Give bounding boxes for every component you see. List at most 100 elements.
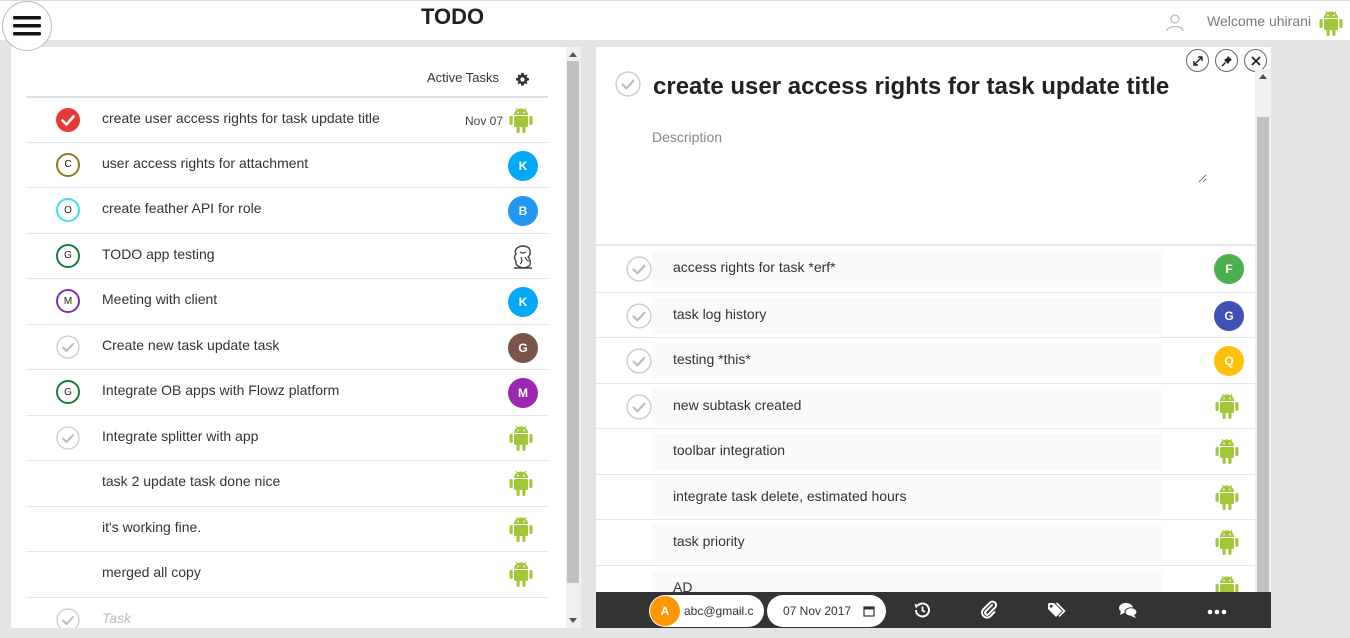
task-row[interactable]: M Meeting with client K [26,278,548,324]
new-task-input[interactable]: Task [102,610,131,626]
check-icon[interactable] [625,348,653,374]
task-title[interactable]: TODO app testing [102,246,215,262]
task-title[interactable]: Integrate OB apps with Flowz platform [102,382,339,398]
task-list: create user access rights for task updat… [26,96,548,628]
status-circle-icon[interactable]: G [56,380,80,404]
scrollbar-thumb[interactable] [567,61,579,583]
subtask-row[interactable]: integrate task delete, estimated hours [596,473,1255,520]
calendar-icon [863,606,875,617]
android-avatar-icon [1214,528,1240,561]
task-row[interactable]: C user access rights for attachment K [26,141,548,188]
new-task-row[interactable]: Task [26,596,548,628]
assignee-avatar: Q [1214,346,1244,376]
android-avatar-icon [508,560,534,593]
hamburger-menu-button[interactable] [2,1,52,51]
assignee-selector[interactable]: A abc@gmail.c [649,595,764,627]
task-detail-title[interactable]: create user access rights for task updat… [653,73,1169,101]
task-row[interactable]: it's working fine. [26,505,548,552]
scrollbar-thumb[interactable] [1257,117,1269,622]
task-list-scrollbar[interactable] [566,47,581,628]
task-title[interactable]: create user access rights for task updat… [102,110,380,126]
subtask-row[interactable]: task priority [596,519,1255,565]
status-circle-icon[interactable]: M [56,289,80,313]
subtask-row[interactable]: task log history G [596,291,1255,338]
subtask-row[interactable]: access rights for task *erf* F [596,246,1255,292]
android-avatar-icon [1214,392,1240,425]
android-avatar-icon [508,424,534,457]
assignee-avatar: A [650,596,680,626]
check-icon[interactable] [56,334,80,359]
subtask-title[interactable]: new subtask created [673,397,801,413]
subtask-title[interactable]: access rights for task *erf* [673,259,836,275]
scroll-up-arrow-icon[interactable] [1259,74,1267,79]
description-field[interactable] [644,123,1207,183]
assignee-avatar: G [508,332,538,363]
menu-icon [13,16,41,36]
detail-scrollbar[interactable] [1255,69,1271,628]
subtask-title[interactable]: toolbar integration [673,442,785,458]
due-date-picker[interactable]: 07 Nov 2017 [767,595,886,627]
status-circle-icon[interactable]: C [56,152,80,177]
task-row[interactable]: task 2 update task done nice [26,460,548,506]
task-row[interactable]: Create new task update task G [26,323,548,370]
check-icon[interactable] [625,393,653,420]
user-icon[interactable] [1165,12,1185,32]
ganesha-avatar-icon [508,242,538,277]
welcome-text: Welcome uhirani [1207,13,1312,29]
task-row[interactable]: merged all copy [26,551,548,597]
tags-icon[interactable] [1047,600,1067,620]
attachment-icon[interactable] [979,600,999,620]
subtask-title[interactable]: task log history [673,306,766,322]
done-status-icon[interactable] [56,108,80,132]
task-title[interactable]: task 2 update task done nice [102,473,280,489]
gear-icon[interactable] [515,72,530,87]
task-detail-panel: create user access rights for task updat… [596,47,1271,628]
task-title[interactable]: it's working fine. [102,519,201,535]
due-date-value: 07 Nov 2017 [783,604,852,618]
top-bar: TODO Welcome uhirani [0,0,1350,40]
expand-button[interactable] [1186,49,1209,72]
active-tasks-filter[interactable]: Active Tasks [427,70,499,85]
task-title[interactable]: Create new task update task [102,337,279,353]
task-title[interactable]: merged all copy [102,564,201,580]
assignee-avatar: G [1214,300,1244,331]
android-avatar-icon [1214,483,1240,516]
android-avatar-icon [508,106,534,139]
scroll-down-arrow-icon[interactable] [569,618,577,623]
subtask-list: access rights for task *erf* F task log … [596,246,1255,610]
task-title[interactable]: create feather API for role [102,200,262,216]
pin-button[interactable] [1215,49,1238,72]
check-icon[interactable] [56,425,80,450]
task-list-panel: Active Tasks create user access rights f… [11,47,581,628]
app-title: TODO [421,4,485,29]
assignee-avatar: K [508,287,538,317]
status-circle-icon[interactable]: G [56,243,80,268]
subtask-title[interactable]: testing *this* [673,351,751,367]
subtask-row[interactable]: testing *this* Q [596,337,1255,383]
more-options-icon[interactable] [1207,600,1227,620]
user-avatar[interactable] [1318,9,1344,42]
history-icon[interactable] [912,600,932,620]
status-circle-icon[interactable]: O [56,198,80,222]
complete-task-check-icon[interactable] [614,71,642,97]
subtask-row[interactable]: new subtask created [596,382,1255,429]
task-title[interactable]: user access rights for attachment [102,155,308,171]
check-icon[interactable] [625,302,653,329]
task-row[interactable]: G TODO app testing [26,232,548,279]
task-row[interactable]: create user access rights for task updat… [26,96,548,142]
scroll-up-arrow-icon[interactable] [569,52,577,57]
comments-icon[interactable] [1118,600,1138,620]
task-title[interactable]: Meeting with client [102,291,217,307]
task-title[interactable]: Integrate splitter with app [102,428,258,444]
task-row[interactable]: G Integrate OB apps with Flowz platform … [26,369,548,415]
close-icon [1250,55,1261,66]
subtask-title[interactable]: task priority [673,533,745,549]
subtask-title[interactable]: integrate task delete, estimated hours [673,488,906,504]
check-icon[interactable] [625,256,653,282]
android-avatar-icon [1214,437,1240,470]
task-row[interactable]: O create feather API for role B [26,187,548,233]
assignee-avatar: F [1214,254,1244,284]
task-row[interactable]: Integrate splitter with app [26,414,548,461]
subtask-row[interactable]: toolbar integration [596,428,1255,474]
check-icon[interactable] [56,607,80,628]
